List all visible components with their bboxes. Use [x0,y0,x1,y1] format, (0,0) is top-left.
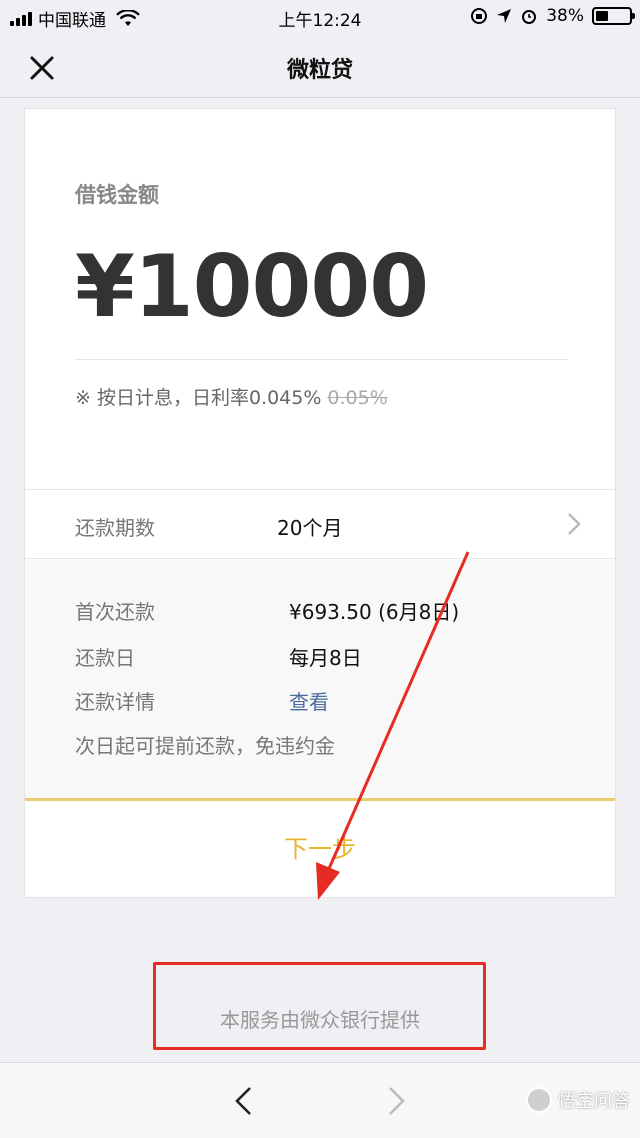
watermark-logo-icon [526,1087,552,1113]
location-icon [497,9,512,23]
first-payment-label: 首次还款 [75,600,155,624]
battery-percent: 38% [546,6,584,26]
repayment-detail-label: 还款详情 [75,690,155,714]
period-label: 还款期数 [75,516,155,540]
view-details-link[interactable]: 查看 [289,686,329,715]
prepayment-note: 次日起可提前还款，免违约金 [75,734,335,758]
chevron-right-icon [568,513,581,535]
status-bar: 中国联通 上午12:24 38% [0,0,640,34]
repayment-day-label: 还款日 [75,646,135,670]
period-value: 20个月 [277,516,343,540]
amount-value[interactable]: ¥10000 [75,237,429,337]
repayment-day-value: 每月8日 [289,646,362,670]
page-title: 微粒贷 [286,58,353,83]
rate-note: ※ 按日计息，日利率0.045% 0.05% [75,383,388,410]
current-rate: ※ 按日计息，日利率0.045% [75,387,322,409]
watermark-text: 悟空问答 [558,1091,630,1112]
bottom-toolbar: 悟空问答 [0,1062,640,1138]
divider [75,359,567,360]
repayment-details: 首次还款 ¥693.50 (6月8日) 还款日 每月8日 还款详情 查看 次日起… [25,560,615,798]
battery-icon [592,7,635,25]
chevron-right-icon[interactable] [386,1085,408,1117]
next-step-button[interactable]: 下一步 [25,801,615,897]
old-rate: 0.05% [327,387,388,409]
amount-label: 借钱金额 [75,183,159,207]
alarm-icon [522,10,537,24]
repayment-period-row[interactable]: 还款期数 20个月 [25,489,615,559]
watermark: 悟空问答 [526,1087,630,1113]
status-right: 38% [470,6,635,26]
loan-card: 借钱金额 ¥10000 ※ 按日计息，日利率0.045% 0.05% 还款期数 2… [24,108,616,898]
chevron-left-icon[interactable] [232,1085,254,1117]
annotation-highlight-box [153,962,486,1050]
first-payment-value: ¥693.50 (6月8日) [289,600,460,624]
rotation-lock-icon [471,8,488,24]
nav-bar: 微粒贷 [0,34,640,98]
